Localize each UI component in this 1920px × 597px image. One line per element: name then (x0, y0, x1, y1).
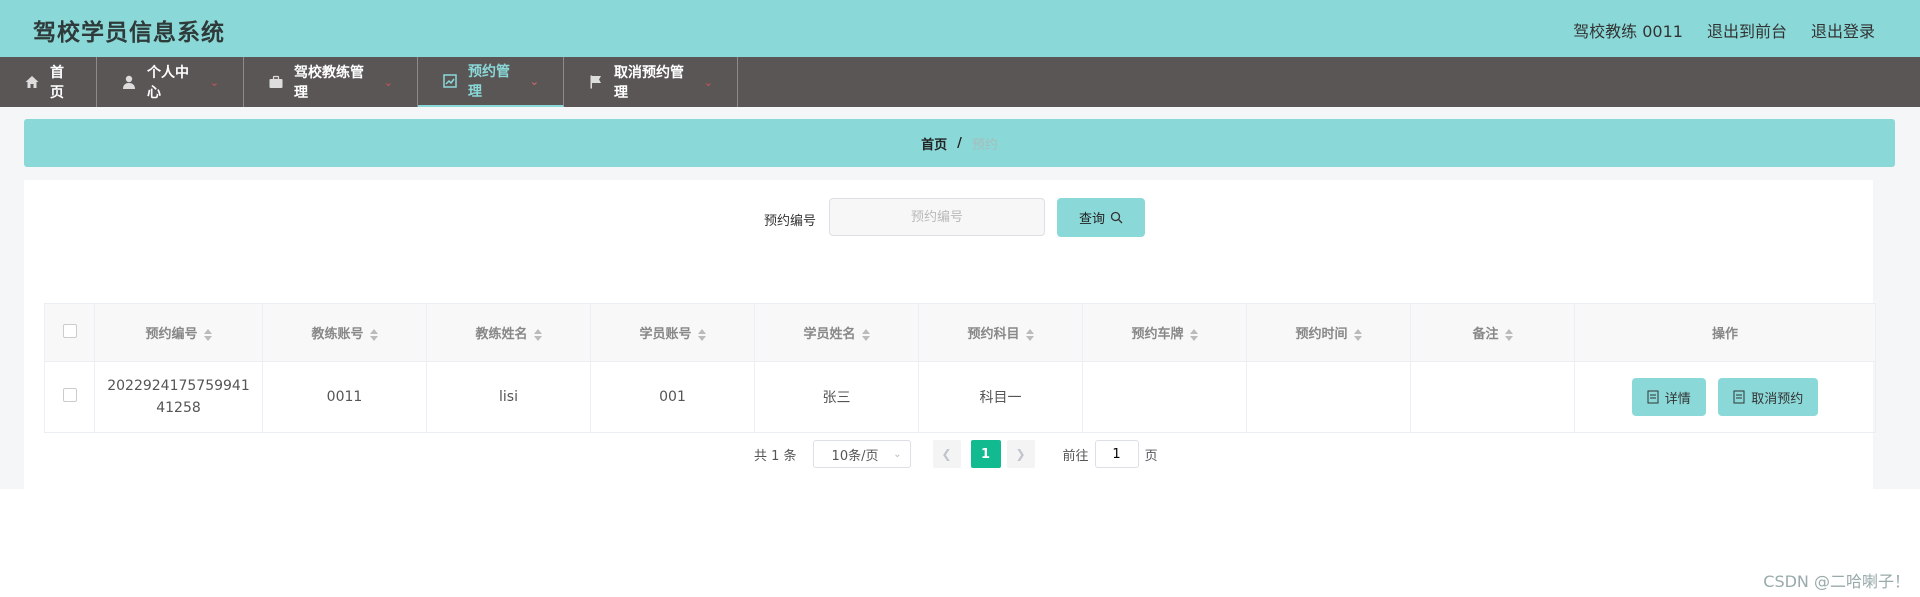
search-button[interactable]: 查询 (1057, 198, 1145, 237)
page-size-select[interactable]: 10条/页 ⌄ (812, 440, 911, 468)
briefcase-icon (268, 74, 284, 90)
breadcrumb: 首页 / 预约 (24, 119, 1895, 167)
select-all-checkbox[interactable] (62, 323, 77, 338)
pagination-total: 共 1 条 (754, 448, 797, 464)
sort-icon[interactable] (1353, 328, 1362, 341)
main-nav: 首页 个人中心 ⌄ 驾校教练管理 ⌄ 预约管理 ⌄ 取消预约管理 ⌄ (0, 57, 1920, 107)
sort-icon[interactable] (1025, 328, 1034, 341)
nav-item-label: 取消预约管理 (614, 65, 684, 101)
sort-icon[interactable] (203, 328, 212, 341)
nav-item-label: 驾校教练管理 (294, 65, 364, 101)
row-select-cell (44, 361, 95, 433)
column-header-actions: 操作 (1574, 303, 1876, 362)
chevron-down-icon: ⌄ (383, 75, 393, 89)
search-input[interactable] (829, 198, 1045, 236)
time-cell (1246, 361, 1411, 433)
back-to-frontend-link[interactable]: 退出到前台 (1707, 18, 1787, 42)
app-title: 驾校学员信息系统 (33, 20, 225, 46)
coach-name-cell: lisi (426, 361, 591, 433)
column-header[interactable]: 预约编号 (94, 303, 263, 362)
nav-item-personal-center[interactable]: 个人中心 ⌄ (97, 57, 244, 107)
chevron-down-icon: ⌄ (529, 74, 539, 88)
sort-icon[interactable] (1504, 328, 1513, 341)
chevron-left-icon: ❮ (941, 447, 952, 461)
breadcrumb-home[interactable]: 首页 (921, 134, 947, 153)
booking-table: 预约编号 教练账号 教练姓名 学员账号 学员姓名 预约科目 预约车牌 预约时间 … (44, 303, 1876, 433)
column-header[interactable]: 学员姓名 (754, 303, 919, 362)
current-user-label: 驾校教练 0011 (1573, 22, 1683, 41)
plate-cell (1082, 361, 1247, 433)
document-icon (1647, 390, 1659, 404)
home-icon (24, 74, 40, 90)
flag-icon (588, 74, 604, 90)
chevron-down-icon: ⌄ (209, 75, 219, 89)
sort-icon[interactable] (697, 328, 706, 341)
sort-icon[interactable] (369, 328, 378, 341)
nav-item-label: 首页 (50, 65, 64, 101)
page-number-current[interactable]: 1 (970, 440, 1001, 468)
column-header[interactable]: 预约时间 (1246, 303, 1411, 362)
sort-icon[interactable] (533, 328, 542, 341)
nav-item-label: 预约管理 (468, 64, 510, 100)
table-header-row: 预约编号 教练账号 教练姓名 学员账号 学员姓名 预约科目 预约车牌 预约时间 … (44, 303, 1876, 362)
booking-no-cell: 202292417575994141258 (94, 361, 263, 433)
cancel-booking-button[interactable]: 取消预约 (1718, 378, 1819, 416)
chevron-right-icon: ❯ (1015, 447, 1026, 461)
watermark: CSDN @二哈喇子！ (1763, 572, 1910, 591)
chevron-down-icon: ⌄ (893, 448, 902, 460)
nav-item-coach-management[interactable]: 驾校教练管理 ⌄ (244, 57, 418, 107)
column-header[interactable]: 学员账号 (590, 303, 755, 362)
nav-item-booking-management[interactable]: 预约管理 ⌄ (418, 57, 564, 107)
sort-icon[interactable] (1189, 328, 1198, 341)
subject-cell: 科目一 (918, 361, 1083, 433)
nav-item-home[interactable]: 首页 (0, 57, 97, 107)
detail-button[interactable]: 详情 (1631, 378, 1706, 416)
column-header[interactable]: 教练账号 (262, 303, 427, 362)
top-header: 驾校学员信息系统 驾校教练 0011 退出到前台 退出登录 (0, 0, 1920, 57)
logout-link[interactable]: 退出登录 (1811, 18, 1875, 42)
document-icon (1733, 390, 1745, 404)
cancel-booking-button-label: 取消预约 (1751, 391, 1804, 407)
student-account-cell: 001 (590, 361, 755, 433)
nav-item-cancel-booking-management[interactable]: 取消预约管理 ⌄ (564, 57, 738, 107)
header-actions: 驾校教练 0011 退出到前台 退出登录 (1573, 18, 1875, 42)
search-icon (1110, 211, 1123, 224)
column-header[interactable]: 教练姓名 (426, 303, 591, 362)
note-cell (1410, 361, 1575, 433)
nav-item-label: 个人中心 (147, 65, 189, 101)
sort-icon[interactable] (861, 328, 870, 341)
chart-icon (442, 73, 458, 89)
column-header[interactable]: 预约科目 (918, 303, 1083, 362)
next-page-button[interactable]: ❯ (1006, 440, 1035, 468)
goto-page-input[interactable] (1094, 440, 1139, 468)
search-button-label: 查询 (1078, 212, 1105, 227)
user-icon (121, 74, 137, 90)
table-row: 202292417575994141258 0011 lisi 001 张三 科… (44, 361, 1876, 433)
actions-cell: 详情 取消预约 (1574, 361, 1876, 433)
goto-label: 前往 (1062, 448, 1089, 464)
select-all-cell (44, 303, 95, 362)
student-name-cell: 张三 (754, 361, 919, 433)
column-header[interactable]: 预约车牌 (1082, 303, 1247, 362)
breadcrumb-separator: / (957, 135, 962, 151)
row-checkbox[interactable] (62, 388, 77, 402)
column-header[interactable]: 备注 (1410, 303, 1575, 362)
page-suffix-label: 页 (1144, 448, 1158, 464)
detail-button-label: 详情 (1664, 391, 1691, 407)
chevron-down-icon: ⌄ (703, 75, 713, 89)
search-label: 预约编号 (764, 214, 817, 229)
page-size-value: 10条/页 (831, 448, 879, 464)
prev-page-button[interactable]: ❮ (932, 440, 961, 468)
breadcrumb-current: 预约 (971, 137, 998, 153)
coach-account-cell: 0011 (262, 361, 427, 433)
pagination: 共 1 条 10条/页 ⌄ ❮ 1 ❯ 前往 页 (754, 440, 1158, 468)
